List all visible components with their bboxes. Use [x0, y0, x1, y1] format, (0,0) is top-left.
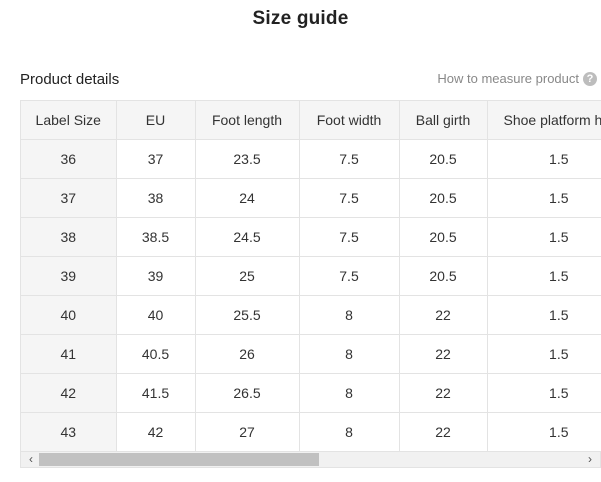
table-cell: 26 — [195, 334, 300, 374]
table-cell: 25.5 — [195, 295, 300, 335]
column-header: Shoe platform h — [487, 101, 601, 140]
table-cell: 1.5 — [487, 217, 601, 257]
table-cell: 22 — [399, 373, 488, 413]
column-header: EU — [116, 101, 196, 140]
column-header: Foot width — [299, 101, 400, 140]
table-row: 38 38.5 24.5 7.5 20.5 1.5 — [21, 217, 601, 257]
table-cell: 24 — [195, 178, 300, 218]
table-cell: 20.5 — [399, 139, 488, 179]
table-cell: 23.5 — [195, 139, 300, 179]
table-header-row: Label Size EU Foot length Foot width Bal… — [21, 101, 601, 140]
table-cell: 20.5 — [399, 178, 488, 218]
table-cell: 40.5 — [116, 334, 196, 374]
table-cell: 36 — [21, 139, 117, 179]
table-cell: 7.5 — [299, 139, 400, 179]
table-row: 37 38 24 7.5 20.5 1.5 — [21, 178, 601, 218]
table-cell: 1.5 — [487, 373, 601, 413]
size-table-container: Label Size EU Foot length Foot width Bal… — [20, 100, 601, 452]
table-cell: 38.5 — [116, 217, 196, 257]
table-cell: 8 — [299, 295, 400, 335]
table-cell: 7.5 — [299, 256, 400, 296]
product-details-label: Product details — [20, 71, 120, 88]
table-cell: 24.5 — [195, 217, 300, 257]
scroll-right-icon[interactable]: › — [582, 452, 598, 467]
how-to-measure-label[interactable]: How to measure product — [437, 71, 579, 86]
table-cell: 40 — [116, 295, 196, 335]
horizontal-scrollbar[interactable]: ‹ › — [20, 451, 601, 468]
table-cell: 22 — [399, 295, 488, 335]
table-cell: 8 — [299, 334, 400, 374]
size-table: Label Size EU Foot length Foot width Bal… — [21, 101, 601, 452]
table-cell: 37 — [21, 178, 117, 218]
table-cell: 8 — [299, 373, 400, 413]
table-cell: 1.5 — [487, 295, 601, 335]
table-cell: 43 — [21, 412, 117, 452]
table-cell: 27 — [195, 412, 300, 452]
scroll-left-icon[interactable]: ‹ — [23, 452, 39, 467]
table-row: 40 40 25.5 8 22 1.5 — [21, 295, 601, 335]
table-cell: 20.5 — [399, 256, 488, 296]
how-to-measure-link[interactable]: How to measure product ? — [437, 71, 597, 86]
table-cell: 1.5 — [487, 178, 601, 218]
column-header: Foot length — [195, 101, 300, 140]
table-cell: 1.5 — [487, 334, 601, 374]
scrollbar-thumb[interactable] — [39, 453, 319, 466]
table-cell: 37 — [116, 139, 196, 179]
column-header: Ball girth — [399, 101, 488, 140]
table-cell: 38 — [21, 217, 117, 257]
table-cell: 7.5 — [299, 178, 400, 218]
table-cell: 25 — [195, 256, 300, 296]
table-cell: 1.5 — [487, 139, 601, 179]
table-cell: 1.5 — [487, 256, 601, 296]
table-cell: 41.5 — [116, 373, 196, 413]
table-row: 43 42 27 8 22 1.5 — [21, 412, 601, 452]
table-row: 41 40.5 26 8 22 1.5 — [21, 334, 601, 374]
table-cell: 8 — [299, 412, 400, 452]
table-cell: 1.5 — [487, 412, 601, 452]
table-cell: 39 — [116, 256, 196, 296]
table-cell: 26.5 — [195, 373, 300, 413]
page-title: Size guide — [252, 8, 349, 29]
table-cell: 22 — [399, 334, 488, 374]
table-cell: 7.5 — [299, 217, 400, 257]
help-icon[interactable]: ? — [583, 71, 597, 86]
table-row: 42 41.5 26.5 8 22 1.5 — [21, 373, 601, 413]
table-cell: 38 — [116, 178, 196, 218]
table-cell: 41 — [21, 334, 117, 374]
table-cell: 42 — [21, 373, 117, 413]
column-header: Label Size — [21, 101, 117, 140]
table-cell: 40 — [21, 295, 117, 335]
table-row: 39 39 25 7.5 20.5 1.5 — [21, 256, 601, 296]
table-cell: 42 — [116, 412, 196, 452]
table-cell: 22 — [399, 412, 488, 452]
table-cell: 39 — [21, 256, 117, 296]
table-row: 36 37 23.5 7.5 20.5 1.5 — [21, 139, 601, 179]
table-cell: 20.5 — [399, 217, 488, 257]
